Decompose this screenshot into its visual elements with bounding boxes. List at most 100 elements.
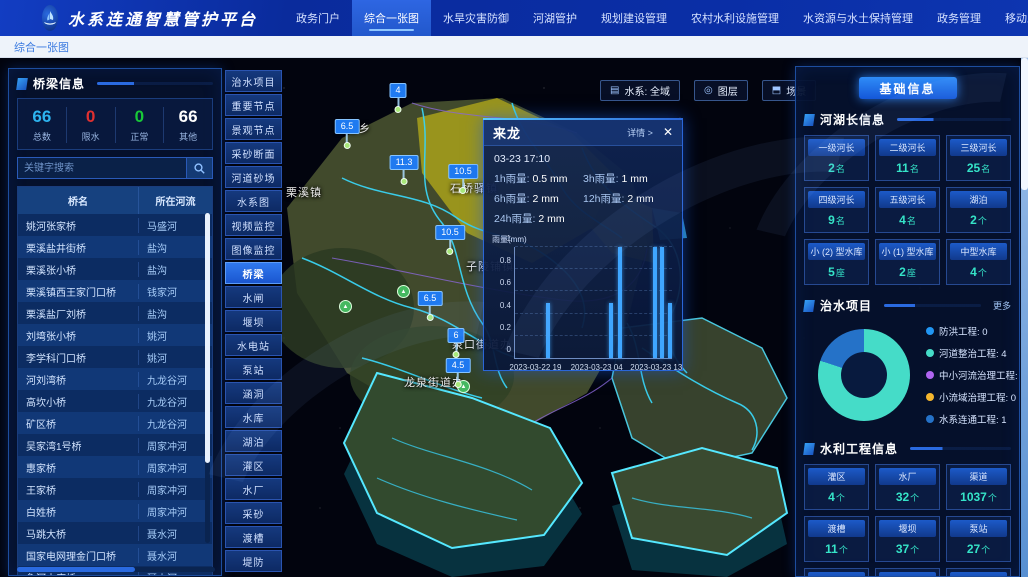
layer-item-水库[interactable]: 水库: [225, 406, 282, 428]
water-level-marker[interactable]: 6: [447, 325, 464, 358]
layer-item-湖泊[interactable]: 湖泊: [225, 430, 282, 452]
water-level-marker[interactable]: 4: [389, 80, 406, 113]
layer-item-图像监控[interactable]: 图像监控: [225, 238, 282, 260]
engineering-card[interactable]: 渡槽11个: [804, 516, 869, 562]
water-level-marker[interactable]: 6.5: [335, 116, 360, 149]
layer-item-治水项目[interactable]: 治水项目: [225, 70, 282, 92]
nav-item-移动工作管理[interactable]: 移动工作管理: [993, 0, 1028, 36]
section-marker-icon: [803, 300, 815, 312]
water-level-marker[interactable]: 4.5: [446, 355, 471, 388]
water-level-marker[interactable]: 6.5: [418, 288, 443, 321]
table-row[interactable]: 栗溪张小桥盐沟: [18, 258, 212, 280]
engineering-card[interactable]: 桥梁66个: [875, 568, 940, 577]
river-chief-card[interactable]: 中型水库4个: [946, 239, 1011, 285]
layer-item-水系图[interactable]: 水系图: [225, 190, 282, 212]
nav-item-政务管理[interactable]: 政务管理: [925, 0, 993, 36]
project-more-link[interactable]: 更多: [993, 299, 1011, 312]
layer-item-堤防[interactable]: 堤防: [225, 550, 282, 572]
table-row[interactable]: 栗溪盐厂刘桥盐沟: [18, 302, 212, 324]
layer-item-堰坝[interactable]: 堰坝: [225, 310, 282, 332]
engineering-card[interactable]: 水厂32个: [875, 464, 940, 510]
river-chief-card[interactable]: 小 (1) 型水库2座: [875, 239, 940, 285]
layer-item-景观节点[interactable]: 景观节点: [225, 118, 282, 140]
layer-item-采砂断面[interactable]: 采砂断面: [225, 142, 282, 164]
nav-item-政务门户[interactable]: 政务门户: [284, 0, 352, 36]
table-row[interactable]: 河刘湾桥九龙谷河: [18, 368, 212, 390]
engineering-card[interactable]: 涵洞47个: [804, 568, 869, 577]
search-button[interactable]: [187, 157, 213, 179]
layer-item-桥梁[interactable]: 桥梁: [225, 262, 282, 284]
layer-item-泵站[interactable]: 泵站: [225, 358, 282, 380]
engineering-card[interactable]: 堰坝37个: [875, 516, 940, 562]
nav-item-综合一张图[interactable]: 综合一张图: [352, 0, 431, 36]
table-row[interactable]: 矿区桥九龙谷河: [18, 412, 212, 434]
river-chief-card[interactable]: 一级河长2名: [804, 135, 869, 181]
bridge-name-cell: 栗溪盐井街桥: [18, 240, 138, 255]
nav-item-水资源与水土保持管理[interactable]: 水资源与水土保持管理: [791, 0, 925, 36]
table-row[interactable]: 栗溪盐井街桥盐沟: [18, 236, 212, 258]
layer-item-河道砂场[interactable]: 河道砂场: [225, 166, 282, 188]
table-vertical-scrollbar[interactable]: [205, 213, 210, 543]
table-row[interactable]: 吴家湾1号桥周家冲河: [18, 434, 212, 456]
table-row[interactable]: 白姓桥周家冲河: [18, 500, 212, 522]
legend-item: 中小河流治理工程: 0: [926, 368, 1013, 382]
river-chief-card[interactable]: 三级河长25名: [946, 135, 1011, 181]
river-name-cell: 钱家河: [138, 284, 212, 299]
engineering-card[interactable]: 泵站27个: [946, 516, 1011, 562]
table-row[interactable]: 栗溪镇西王家门口桥钱家河: [18, 280, 212, 302]
layer-item-视频监控[interactable]: 视频监控: [225, 214, 282, 236]
search-input[interactable]: [17, 157, 187, 179]
close-icon[interactable]: ✕: [663, 126, 673, 138]
table-row[interactable]: 惠家桥周家冲河: [18, 456, 212, 478]
map-control-水系: 全域[interactable]: ▤水系: 全域: [600, 80, 680, 101]
table-row[interactable]: 姚河张家桥马盛河: [18, 214, 212, 236]
river-chief-card[interactable]: 五级河长4名: [875, 187, 940, 233]
table-row[interactable]: 刘塆张小桥姚河: [18, 324, 212, 346]
engineering-card[interactable]: 水电站3个: [946, 568, 1011, 577]
popup-detail-link[interactable]: 详情 >: [627, 126, 653, 139]
river-chief-title: 河湖长信息: [820, 111, 885, 128]
table-row[interactable]: 王家桥周家冲河: [18, 478, 212, 500]
river-chief-card[interactable]: 四级河长9名: [804, 187, 869, 233]
nav-item-规划建设管理[interactable]: 规划建设管理: [589, 0, 679, 36]
breadcrumb[interactable]: 综合一张图: [0, 36, 1028, 58]
card-unit: 座: [907, 268, 916, 278]
y-axis-tick: 1: [491, 234, 511, 243]
water-level-marker[interactable]: 10.5: [448, 161, 478, 194]
layer-item-涵洞[interactable]: 涵洞: [225, 382, 282, 404]
layer-item-水闸[interactable]: 水闸: [225, 286, 282, 308]
river-chief-card[interactable]: 二级河长11名: [875, 135, 940, 181]
engineering-card[interactable]: 渠道1037个: [946, 464, 1011, 510]
nav-item-水旱灾害防御[interactable]: 水旱灾害防御: [431, 0, 521, 36]
bridge-name-cell: 高坎小桥: [18, 394, 138, 409]
rain-bar: [546, 303, 550, 359]
map-control-图层[interactable]: ◎图层: [694, 80, 748, 101]
layer-item-水电站[interactable]: 水电站: [225, 334, 282, 356]
nav-item-农村水利设施管理[interactable]: 农村水利设施管理: [679, 0, 791, 36]
table-row[interactable]: 国家电网理金门口桥聂水河: [18, 544, 212, 566]
table-horizontal-scrollbar[interactable]: [17, 567, 215, 572]
layer-item-渡槽[interactable]: 渡槽: [225, 526, 282, 548]
station-icon[interactable]: ▲: [339, 300, 352, 313]
table-row[interactable]: 高坎小桥九龙谷河: [18, 390, 212, 412]
river-chief-card[interactable]: 湖泊2个: [946, 187, 1011, 233]
engineering-card[interactable]: 灌区4个: [804, 464, 869, 510]
river-chief-card[interactable]: 小 (2) 型水库5座: [804, 239, 869, 285]
layer-item-水厂[interactable]: 水厂: [225, 478, 282, 500]
page-scrollbar[interactable]: [1021, 58, 1028, 577]
card-label: 小 (2) 型水库: [808, 243, 865, 260]
table-row[interactable]: 李学科门口桥姚河: [18, 346, 212, 368]
bridge-stat: 66总数: [18, 107, 67, 143]
station-icon[interactable]: ▲: [397, 285, 410, 298]
layer-item-采砂[interactable]: 采砂: [225, 502, 282, 524]
table-row[interactable]: 马跳大桥聂水河: [18, 522, 212, 544]
nav-item-河湖管护[interactable]: 河湖管护: [521, 0, 589, 36]
layer-item-灌区[interactable]: 灌区: [225, 454, 282, 476]
engineering-header: 水利工程信息: [796, 434, 1019, 461]
basic-info-badge[interactable]: 基础信息: [859, 77, 957, 99]
water-level-marker[interactable]: 11.3: [390, 152, 419, 185]
layer-item-重要节点[interactable]: 重要节点: [225, 94, 282, 116]
rain-bar: [609, 303, 613, 359]
water-level-marker[interactable]: 10.5: [435, 222, 465, 255]
legend-label: 小流域治理工程: 0: [939, 390, 1016, 404]
